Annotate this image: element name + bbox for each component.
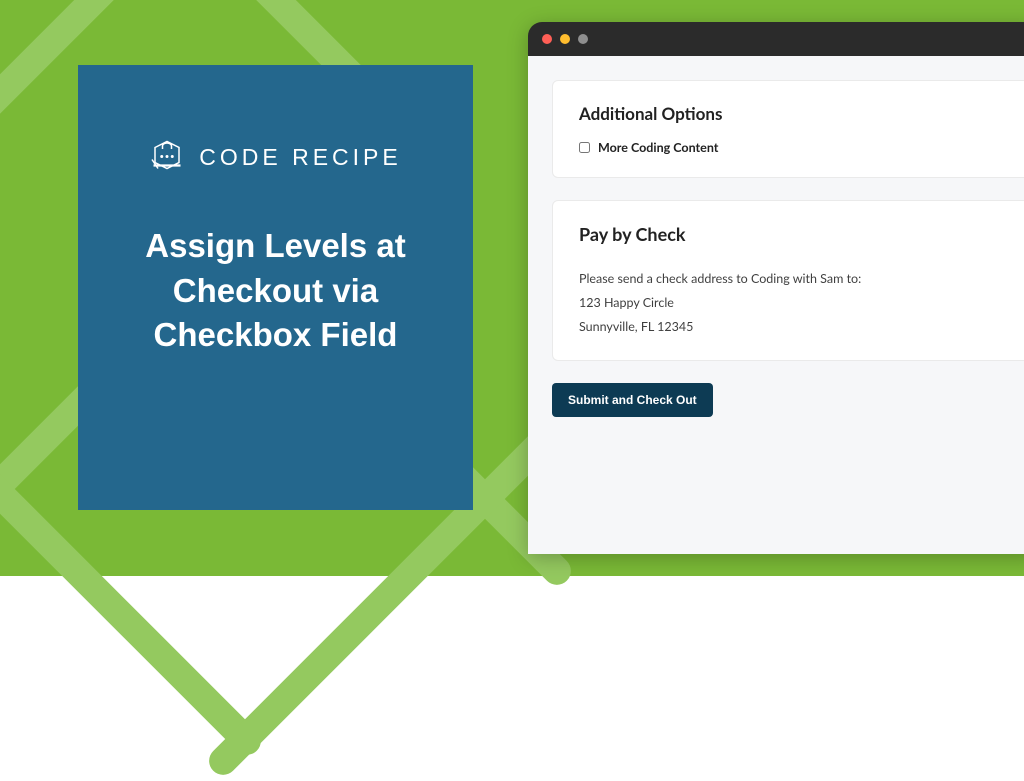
window-close-icon[interactable]: [542, 34, 552, 44]
brand-row: CODE RECIPE: [112, 137, 439, 178]
window-minimize-icon[interactable]: [560, 34, 570, 44]
additional-options-panel: Additional Options More Coding Content: [552, 80, 1024, 178]
submit-checkout-button[interactable]: Submit and Check Out: [552, 383, 713, 417]
title-card: CODE RECIPE Assign Levels at Checkout vi…: [78, 65, 473, 510]
browser-titlebar: [528, 22, 1024, 56]
checkout-page: Additional Options More Coding Content P…: [528, 56, 1024, 554]
payment-address-line1: 123 Happy Circle: [579, 291, 1011, 315]
additional-options-heading: Additional Options: [579, 103, 1011, 124]
pay-by-check-panel: Pay by Check Please send a check address…: [552, 200, 1024, 361]
payment-address-line2: Sunnyville, FL 12345: [579, 315, 1011, 339]
code-recipe-logo-icon: [149, 137, 185, 178]
more-coding-content-row: More Coding Content: [579, 140, 1011, 155]
promo-canvas: CODE RECIPE Assign Levels at Checkout vi…: [0, 0, 1024, 576]
more-coding-content-label: More Coding Content: [598, 140, 718, 155]
more-coding-content-checkbox[interactable]: [579, 142, 590, 153]
browser-window: Additional Options More Coding Content P…: [528, 22, 1024, 554]
page-title: Assign Levels at Checkout via Checkbox F…: [112, 224, 439, 358]
window-zoom-icon[interactable]: [578, 34, 588, 44]
brand-name: CODE RECIPE: [199, 144, 401, 171]
pay-by-check-heading: Pay by Check: [579, 223, 1011, 245]
payment-instructions: Please send a check address to Coding wi…: [579, 267, 1011, 338]
payment-instruction-line: Please send a check address to Coding wi…: [579, 267, 1011, 291]
